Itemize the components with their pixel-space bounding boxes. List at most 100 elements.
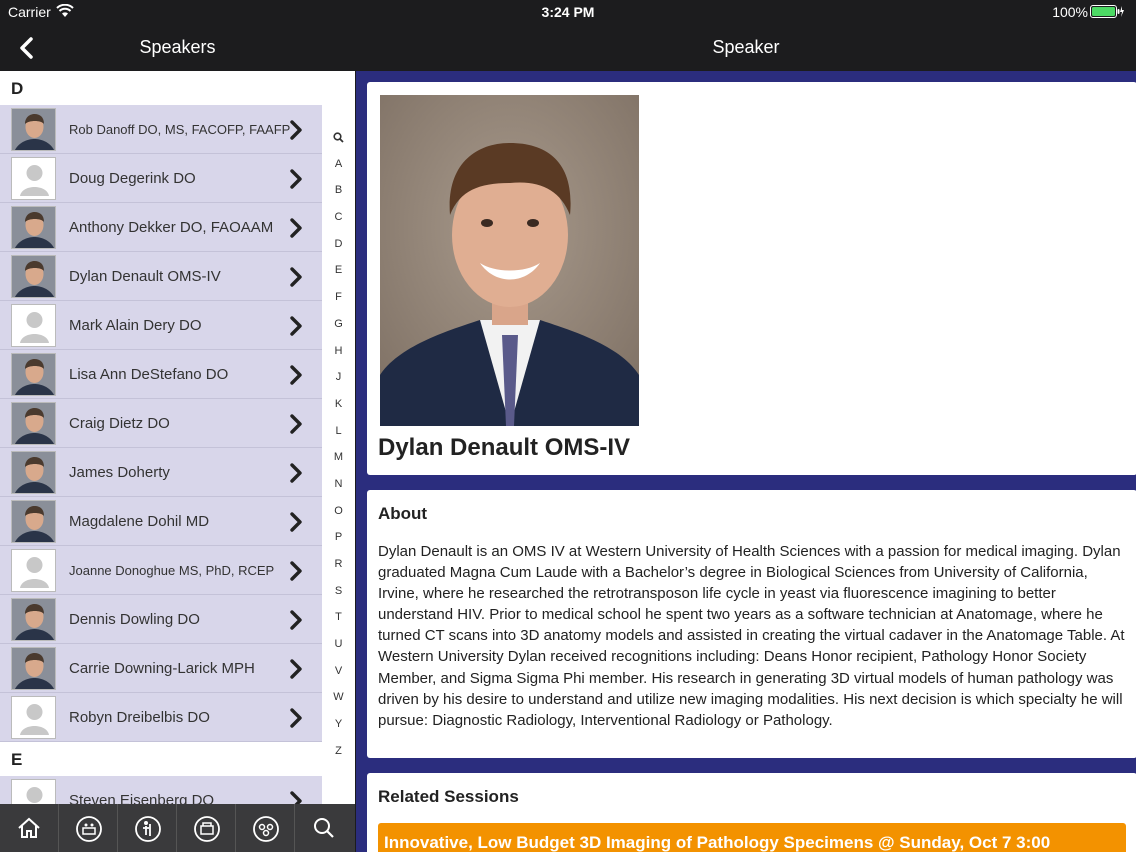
index-letter[interactable]: J	[322, 364, 355, 391]
alphabet-index[interactable]: ABCDEFGHJKLMNOPRSTUVWYZ	[322, 124, 355, 765]
index-letter[interactable]: W	[322, 684, 355, 711]
app: Carrier 3:24 PM 100% Speakers D Rob Danof…	[0, 0, 1136, 852]
speaker-name: Anthony Dekker DO, FAOAAM	[69, 219, 274, 236]
speaker-row[interactable]: Doug Degerink DO	[0, 154, 322, 203]
speaker-name: Dennis Dowling DO	[69, 611, 200, 628]
tab-exhibits[interactable]	[177, 804, 236, 852]
session-link[interactable]: Innovative, Low Budget 3D Imaging of Pat…	[378, 823, 1126, 852]
index-letter[interactable]: A	[322, 151, 355, 178]
index-letter[interactable]: O	[322, 498, 355, 525]
index-search-icon[interactable]	[322, 124, 355, 151]
about-heading: About	[378, 504, 428, 523]
index-letter[interactable]: E	[322, 257, 355, 284]
index-letter[interactable]: L	[322, 418, 355, 445]
speaker-title: Speaker	[712, 37, 780, 57]
speaker-row[interactable]: Mark Alain Dery DO	[0, 301, 322, 350]
person-placeholder-icon	[12, 305, 55, 346]
chevron-right-icon	[288, 708, 304, 728]
speaker-row[interactable]: James Doherty	[0, 448, 322, 497]
chevron-right-icon	[288, 463, 304, 483]
avatar	[11, 549, 56, 592]
speaker-navbar: Speaker	[356, 24, 1136, 71]
speaker-row[interactable]: Robyn Dreibelbis DO	[0, 693, 322, 742]
speaker-row[interactable]: Dennis Dowling DO	[0, 595, 322, 644]
speaker-row[interactable]: Rob Danoff DO, MS, FACOFP, FAAFP	[0, 105, 322, 154]
speaker-photo	[380, 95, 639, 426]
index-letter[interactable]: D	[322, 231, 355, 258]
index-letter[interactable]: C	[322, 204, 355, 231]
speaker-row[interactable]: Lisa Ann DeStefano DO	[0, 350, 322, 399]
speaker-detail-pane: Speaker Dylan Denault OMS-IV About Dylan…	[356, 24, 1136, 852]
tab-home[interactable]	[0, 804, 59, 852]
index-letter[interactable]: U	[322, 631, 355, 658]
speaker-row[interactable]: Dylan Denault OMS-IV	[0, 252, 322, 301]
speaker-name: Doug Degerink DO	[69, 170, 196, 187]
speaker-row[interactable]: Anthony Dekker DO, FAOAAM	[0, 203, 322, 252]
speaker-row[interactable]: Craig Dietz DO	[0, 399, 322, 448]
avatar	[11, 353, 56, 396]
index-letter[interactable]: G	[322, 311, 355, 338]
chevron-right-icon	[290, 120, 302, 140]
speaker-name: Lisa Ann DeStefano DO	[69, 366, 229, 383]
chevron-right-icon	[290, 708, 302, 728]
chevron-right-icon	[290, 512, 302, 532]
headshot-icon	[12, 501, 55, 542]
schedule-icon	[76, 816, 102, 842]
speaker-row[interactable]: Magdalene Dohil MD	[0, 497, 322, 546]
index-letter[interactable]: N	[322, 471, 355, 498]
tab-sponsors[interactable]	[236, 804, 295, 852]
chevron-right-icon	[290, 561, 302, 581]
speaker-row[interactable]: Carrie Downing-Larick MPH	[0, 644, 322, 693]
avatar	[11, 402, 56, 445]
tab-bar	[0, 804, 355, 852]
profile-card: Dylan Denault OMS-IV	[367, 82, 1136, 475]
headshot-icon	[12, 354, 55, 395]
related-sessions-card: Related Sessions Innovative, Low Budget …	[367, 773, 1136, 852]
search-icon	[314, 818, 334, 838]
tab-search[interactable]	[295, 804, 354, 852]
speaker-name: Craig Dietz DO	[69, 415, 170, 432]
index-letter[interactable]: M	[322, 444, 355, 471]
person-placeholder-icon	[12, 158, 55, 199]
avatar	[11, 255, 56, 298]
chevron-right-icon	[290, 463, 302, 483]
index-letter[interactable]: F	[322, 284, 355, 311]
tab-schedule[interactable]	[59, 804, 118, 852]
speaker-name: Magdalene Dohil MD	[69, 513, 210, 530]
wifi-icon	[56, 3, 74, 21]
index-letter[interactable]: S	[322, 578, 355, 605]
related-sessions-heading: Related Sessions	[378, 787, 519, 806]
speaker-name: Robyn Dreibelbis DO	[69, 709, 210, 726]
speakers-title: Speakers	[139, 37, 216, 57]
index-letter[interactable]: T	[322, 604, 355, 631]
session-title: Innovative, Low Budget 3D Imaging of Pat…	[384, 833, 1051, 852]
index-letter[interactable]: Z	[322, 738, 355, 765]
headshot-icon	[12, 109, 55, 150]
about-text: Dylan Denault is an OMS IV at Western Un…	[378, 543, 1125, 729]
index-letter[interactable]: H	[322, 338, 355, 365]
chevron-right-icon	[288, 561, 304, 581]
speaker-row[interactable]: Joanne Donoghue MS, PhD, RCEP	[0, 546, 322, 595]
index-letter[interactable]: Y	[322, 711, 355, 738]
headshot-icon	[12, 599, 55, 640]
clock: 3:24 PM	[541, 4, 595, 20]
person-placeholder-icon	[12, 697, 55, 738]
tab-attendees[interactable]	[118, 804, 177, 852]
index-letter[interactable]: P	[322, 524, 355, 551]
avatar	[11, 696, 56, 739]
chevron-right-icon	[290, 218, 302, 238]
index-letter[interactable]: K	[322, 391, 355, 418]
index-letter[interactable]: V	[322, 658, 355, 685]
avatar	[11, 647, 56, 690]
exhibit-icon	[194, 816, 220, 842]
speaker-name: Dylan Denault OMS-IV	[69, 268, 221, 285]
avatar	[11, 598, 56, 641]
speaker-name: Joanne Donoghue MS, PhD, RCEP	[69, 563, 275, 578]
index-letter[interactable]: R	[322, 551, 355, 578]
avatar	[11, 108, 56, 151]
index-letter[interactable]: B	[322, 177, 355, 204]
chevron-right-icon	[288, 610, 304, 630]
sponsor-icon	[253, 816, 279, 842]
chevron-right-icon	[290, 316, 302, 336]
chevron-right-icon	[290, 267, 302, 287]
